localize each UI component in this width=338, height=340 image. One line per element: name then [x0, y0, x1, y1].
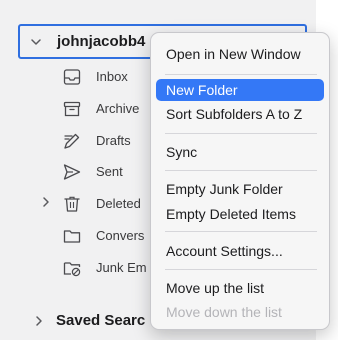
trash-icon: [64, 196, 80, 212]
menu-item-label: New Folder: [166, 82, 238, 98]
menu-separator: [165, 231, 317, 232]
folder-label: Sent: [96, 164, 123, 179]
account-name: johnjacobb4: [57, 33, 146, 50]
menu-item-new-folder[interactable]: New Folder: [156, 79, 324, 101]
menu-item-label: Sync: [166, 144, 198, 160]
drafts-icon: [64, 133, 80, 149]
menu-item-label: Open in New Window: [166, 46, 301, 62]
inbox-icon: [63, 69, 81, 85]
menu-separator: [165, 269, 317, 270]
menu-item-label: Empty Junk Folder: [166, 181, 283, 197]
sent-icon: [63, 164, 81, 180]
context-menu: Open in New Window New Folder Sort Subfo…: [150, 32, 330, 330]
menu-separator: [165, 170, 317, 171]
menu-item-sort-subfolders[interactable]: Sort Subfolders A to Z: [156, 103, 324, 125]
chevron-right-icon[interactable]: [33, 315, 45, 329]
menu-item-move-up[interactable]: Move up the list: [156, 277, 324, 299]
menu-item-empty-junk-folder[interactable]: Empty Junk Folder: [156, 178, 324, 200]
menu-item-sync[interactable]: Sync: [156, 141, 324, 163]
folder-label: Junk Em: [96, 260, 147, 275]
junk-icon: [63, 262, 81, 277]
folder-icon: [63, 230, 81, 243]
folder-label: Deleted: [96, 196, 141, 211]
chevron-down-icon[interactable]: [30, 36, 42, 50]
saved-searches-label: Saved Searc: [56, 312, 146, 329]
menu-item-label: Empty Deleted Items: [166, 206, 296, 222]
menu-item-account-settings[interactable]: Account Settings...: [156, 240, 324, 262]
folder-label: Archive: [96, 101, 140, 116]
menu-item-move-down: Move down the list: [156, 301, 324, 323]
folder-label: Inbox: [96, 69, 128, 84]
menu-item-label: Account Settings...: [166, 243, 283, 259]
menu-separator: [165, 133, 317, 134]
menu-item-empty-deleted-items[interactable]: Empty Deleted Items: [156, 203, 324, 225]
menu-item-open-in-new-window[interactable]: Open in New Window: [156, 43, 324, 65]
chevron-right-icon[interactable]: [40, 196, 52, 210]
menu-item-label: Move down the list: [166, 304, 282, 320]
menu-separator: [165, 74, 317, 75]
menu-item-label: Sort Subfolders A to Z: [166, 106, 303, 122]
menu-item-label: Move up the list: [166, 280, 265, 296]
folder-label: Drafts: [96, 133, 131, 148]
folder-label: Convers: [96, 228, 145, 243]
archive-icon: [63, 101, 81, 117]
